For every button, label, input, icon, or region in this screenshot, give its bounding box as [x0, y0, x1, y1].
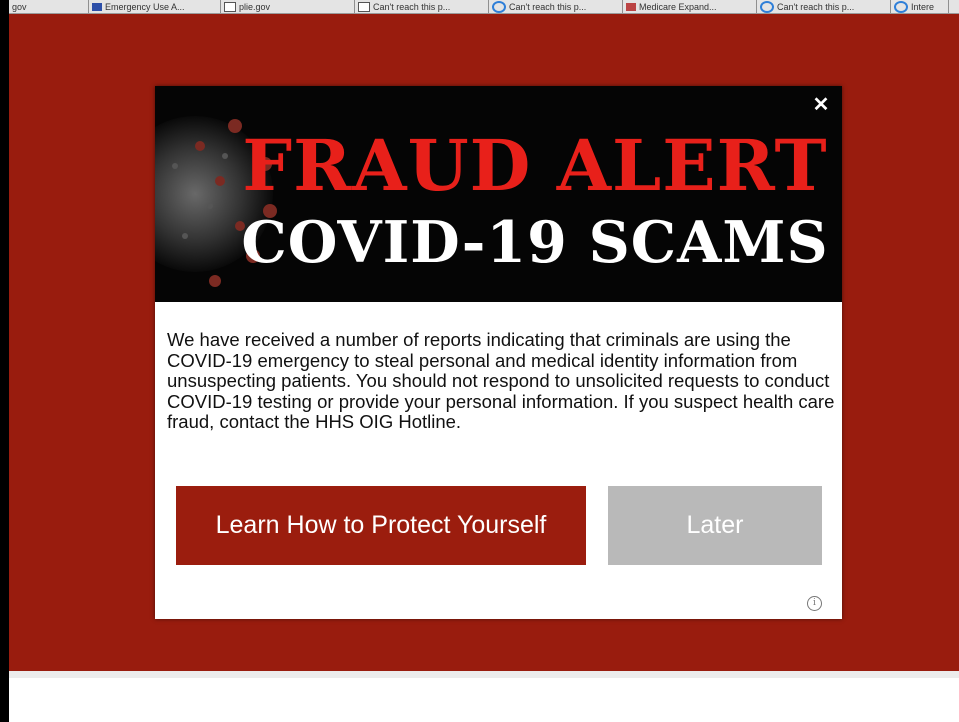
alert-message: We have received a number of reports ind… [167, 329, 835, 432]
later-button[interactable]: Later [608, 486, 822, 565]
tab-label: Can't reach this p... [777, 1, 855, 12]
medicare-icon [626, 2, 636, 11]
fraud-alert-banner: FRAUD ALERT COVID-19 SCAMS ✕ [155, 86, 842, 302]
browser-tab[interactable]: Medicare Expand... [623, 0, 757, 13]
page-icon [224, 1, 236, 12]
learn-how-to-protect-button[interactable]: Learn How to Protect Yourself [176, 486, 586, 565]
tab-label: Can't reach this p... [373, 1, 451, 12]
flag-icon [92, 2, 102, 11]
browser-tab[interactable]: Intere [891, 0, 949, 13]
tab-label: Can't reach this p... [509, 1, 587, 12]
tab-label: Intere [911, 1, 935, 12]
ie-icon [894, 0, 908, 13]
browser-tab-bar: gov Emergency Use A... plie.gov Can't re… [9, 0, 959, 14]
tab-label: gov [12, 1, 27, 12]
info-icon[interactable]: i [807, 596, 822, 611]
ie-icon [492, 0, 506, 13]
ie-icon [760, 0, 774, 13]
browser-tab[interactable]: Emergency Use A... [89, 0, 221, 13]
tab-label: Emergency Use A... [105, 1, 185, 12]
browser-tab[interactable]: Can't reach this p... [489, 0, 623, 13]
browser-tab[interactable]: plie.gov [221, 0, 355, 13]
browser-tab[interactable]: Can't reach this p... [757, 0, 891, 13]
tab-label: Medicare Expand... [639, 1, 717, 12]
browser-tab[interactable]: Can't reach this p... [355, 0, 489, 13]
browser-tab[interactable]: gov [9, 0, 89, 13]
window-left-edge [0, 0, 9, 722]
headline-covid-scams: COVID-19 SCAMS [241, 209, 829, 276]
tab-label: plie.gov [239, 1, 271, 12]
headline-fraud-alert: FRAUD ALERT [242, 124, 828, 207]
page-icon [358, 1, 370, 12]
close-icon[interactable]: ✕ [812, 95, 830, 115]
fraud-alert-popup: FRAUD ALERT COVID-19 SCAMS ✕ We have rec… [155, 86, 842, 619]
page-content-strip [9, 671, 959, 678]
